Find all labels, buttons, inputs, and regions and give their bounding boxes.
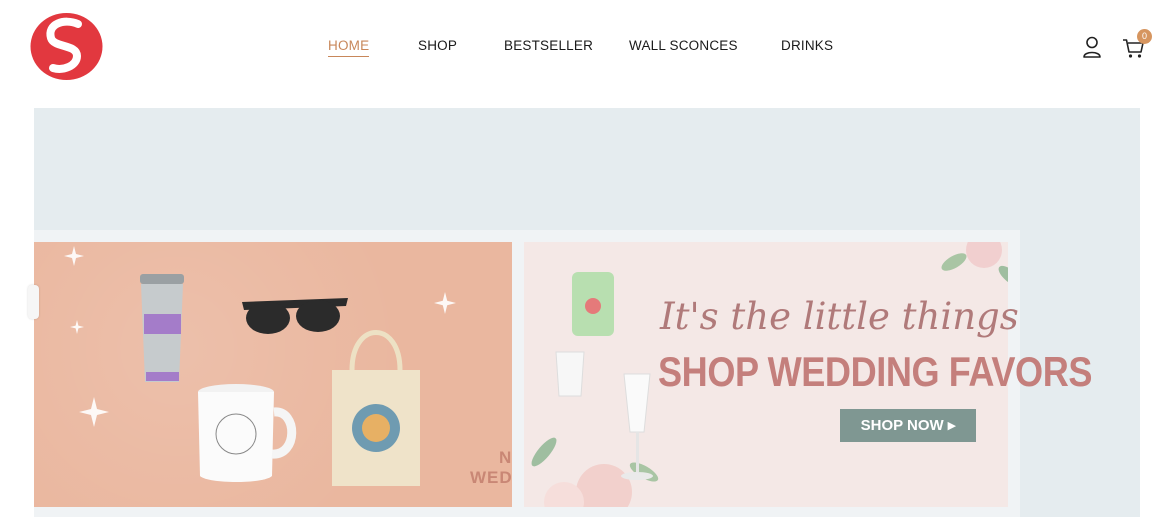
slide-tagline: It's the little things [660, 295, 1019, 338]
sparkle-icon [64, 246, 84, 266]
shop-now-button[interactable]: SHOP NOW ▸ [840, 409, 976, 442]
nav-home[interactable]: HOME [328, 38, 370, 57]
slide-partial-text: WED [470, 468, 513, 487]
sparkle-icon [434, 292, 456, 314]
nav-wall-sconces[interactable]: WALL SCONCES [629, 38, 738, 53]
page: HOME SHOP BESTSELLER WALL SCONCES DRINKS… [0, 0, 1170, 517]
slide-headline: SHOP WEDDING FAVORS [658, 348, 1093, 395]
nav-bestseller[interactable]: BESTSELLER [504, 38, 593, 53]
site-header: HOME SHOP BESTSELLER WALL SCONCES DRINKS… [0, 0, 1170, 95]
nav-shop[interactable]: SHOP [418, 38, 457, 53]
slider-prev-handle[interactable] [28, 285, 39, 319]
nav-drinks[interactable]: DRINKS [781, 38, 833, 53]
sparkle-icon [70, 320, 84, 334]
cart-count-badge: 0 [1137, 29, 1152, 44]
user-icon[interactable] [1082, 36, 1102, 58]
can-cooler-image [572, 272, 614, 336]
main-nav: HOME SHOP BESTSELLER WALL SCONCES DRINKS [0, 38, 1170, 58]
promo-slide-products[interactable] [34, 242, 512, 507]
shot-glass-image [555, 351, 585, 397]
tote-bag-image [332, 330, 420, 486]
sparkle-icon [79, 397, 109, 427]
tumbler-image [140, 274, 184, 382]
mug-image [198, 384, 297, 482]
slide-partial-text: N [499, 448, 512, 467]
